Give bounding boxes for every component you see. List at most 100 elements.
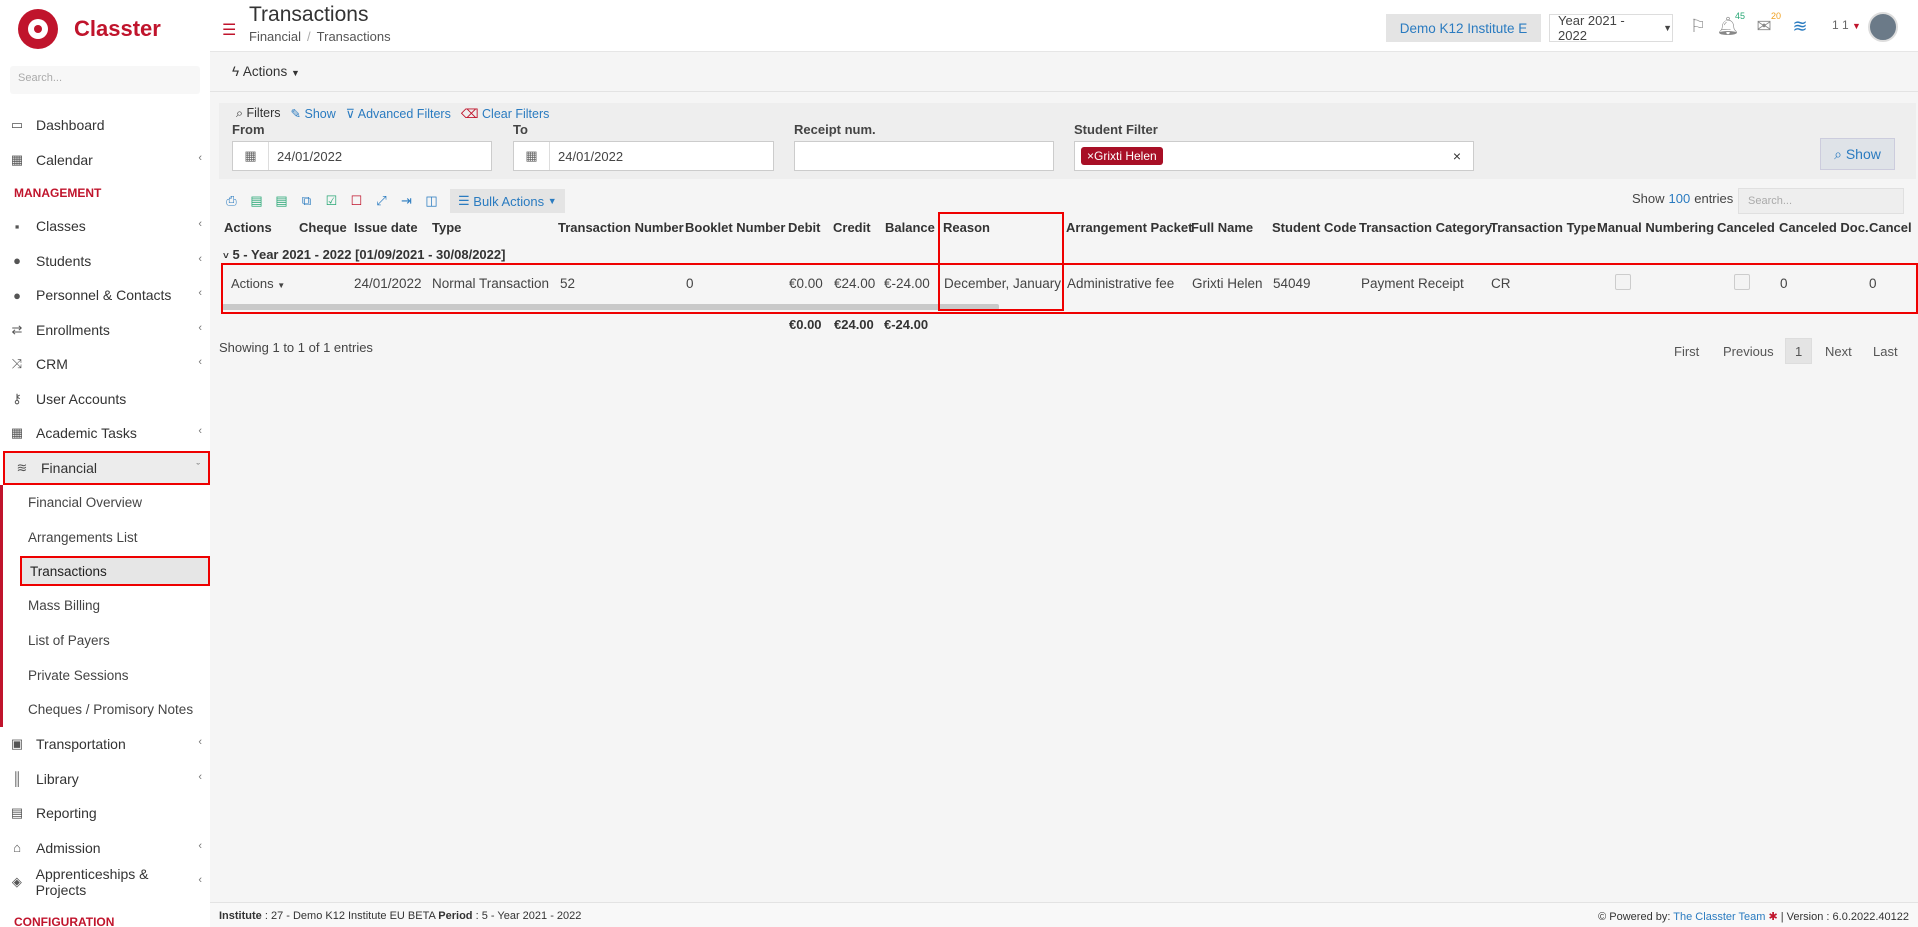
col-booklet-number[interactable]: Booklet Number: [685, 220, 785, 235]
institute-button[interactable]: Demo K12 Institute E: [1386, 14, 1541, 42]
total-debit: €0.00: [789, 317, 822, 332]
classter-small-icon: ©: [1598, 911, 1607, 923]
print-icon[interactable]: ⎙: [219, 190, 244, 212]
sidebar-sub-private-sessions[interactable]: Private Sessions: [3, 658, 210, 693]
remove-tag-icon[interactable]: ×: [1087, 149, 1094, 163]
copy-icon[interactable]: ⧉: [294, 190, 319, 212]
pager-previous[interactable]: Previous: [1723, 338, 1774, 364]
col-issue-date[interactable]: Issue date: [354, 220, 418, 235]
sidebar-item-enrollments[interactable]: ⇄ Enrollments ‹: [0, 313, 210, 348]
sidebar-item-crm[interactable]: ⤨ CRM ‹: [0, 347, 210, 382]
student-filter-tag[interactable]: ×Grixti Helen: [1081, 147, 1163, 165]
deselect-icon[interactable]: ☐: [344, 190, 369, 212]
table-search-input[interactable]: Search...: [1738, 188, 1904, 214]
export-icon[interactable]: ⇥: [394, 190, 419, 212]
to-date-field[interactable]: ▦ 24/01/2022: [513, 141, 774, 171]
pager-last[interactable]: Last: [1873, 338, 1898, 364]
col-arrangement-packet[interactable]: Arrangement Packet: [1066, 220, 1192, 235]
filters-toggle[interactable]: ⌕ Filters: [236, 106, 281, 121]
user-menu-label[interactable]: 1 1 ▼: [1832, 18, 1861, 32]
sidebar-item-calendar[interactable]: ▦ Calendar ‹: [0, 143, 210, 178]
select-all-icon[interactable]: ☑: [319, 190, 344, 212]
sidebar-item-library[interactable]: ║ Library ‹: [0, 762, 210, 797]
col-cheque[interactable]: Cheque: [299, 220, 347, 235]
sidebar-item-reporting[interactable]: ▤ Reporting: [0, 796, 210, 831]
col-actions[interactable]: Actions: [224, 220, 272, 235]
show-button[interactable]: ⌕ Show: [1820, 138, 1895, 170]
breadcrumb-financial[interactable]: Financial: [249, 29, 301, 44]
entries-count-select[interactable]: 100: [1669, 191, 1691, 206]
sidebar-item-apprenticeships[interactable]: ◈ Apprenticeships & Projects ‹: [0, 865, 210, 900]
year-select[interactable]: Year 2021 - 2022 ▼: [1549, 13, 1673, 43]
sidebar-item-admission[interactable]: ⌂ Admission ‹: [0, 831, 210, 866]
col-manual-numbering[interactable]: Manual Numbering: [1597, 220, 1714, 235]
sidebar-item-user-accounts[interactable]: ⚷ User Accounts: [0, 382, 210, 417]
sidebar-item-transportation[interactable]: ▣ Transportation ‹: [0, 727, 210, 762]
excel-icon[interactable]: ▤: [244, 190, 269, 212]
col-type[interactable]: Type: [432, 220, 461, 235]
sidebar-sub-financial-overview[interactable]: Financial Overview: [3, 485, 210, 520]
col-transaction-type[interactable]: Transaction Type: [1490, 220, 1596, 235]
sidebar-search-input[interactable]: Search...: [10, 66, 200, 94]
col-debit[interactable]: Debit: [788, 220, 821, 235]
sidebar-item-academic-tasks[interactable]: ▦ Academic Tasks ‹: [0, 416, 210, 451]
hamburger-menu-icon[interactable]: ☰: [222, 20, 236, 40]
classes-icon: ▪: [14, 218, 20, 234]
col-credit[interactable]: Credit: [833, 220, 871, 235]
sidebar-item-students[interactable]: ● Students ‹: [0, 244, 210, 279]
calendar-icon[interactable]: ▦: [233, 142, 269, 170]
sidebar-sub-arrangements-list[interactable]: Arrangements List: [3, 520, 210, 555]
footer-team-link[interactable]: The Classter Team: [1673, 911, 1765, 923]
bell-icon[interactable]: 🔔︎ 45: [1716, 10, 1748, 38]
csv-icon[interactable]: ▤: [269, 190, 294, 212]
logo[interactable]: Classter: [0, 0, 210, 58]
list-icon: ☰: [458, 193, 470, 208]
clear-filters-link[interactable]: ⌫ Clear Filters: [461, 106, 550, 121]
page-actions-dropdown[interactable]: ϟ Actions ▼: [232, 64, 300, 79]
sidebar-item-label: Financial: [41, 459, 98, 476]
col-full-name[interactable]: Full Name: [1191, 220, 1253, 235]
layers-icon[interactable]: ≋: [1788, 14, 1812, 38]
sidebar-sub-mass-billing[interactable]: Mass Billing: [3, 588, 210, 623]
col-canceled[interactable]: Canceled: [1717, 220, 1775, 235]
advanced-filters-label: Advanced Filters: [357, 107, 451, 121]
sidebar-sub-cheques[interactable]: Cheques / Promisory Notes: [3, 692, 210, 727]
sidebar-sub-list-of-payers[interactable]: List of Payers: [3, 623, 210, 658]
printer-icon: ▤: [10, 805, 24, 821]
pager-first[interactable]: First: [1674, 338, 1699, 364]
from-date-field[interactable]: ▦ 24/01/2022: [232, 141, 492, 171]
pager-current[interactable]: 1: [1785, 338, 1813, 364]
flag-icon[interactable]: ⚐: [1686, 14, 1710, 38]
col-student-code[interactable]: Student Code: [1272, 220, 1357, 235]
col-balance[interactable]: Balance: [885, 220, 935, 235]
show-entries-label: Show: [1632, 191, 1665, 206]
col-canceled-doc[interactable]: Canceled Doc.: [1779, 220, 1869, 235]
sidebar-item-label: CRM: [36, 356, 68, 373]
col-transaction-category[interactable]: Transaction Category: [1359, 220, 1492, 235]
app-name: Classter: [74, 16, 161, 41]
student-filter-select[interactable]: ×Grixti Helen ×: [1074, 141, 1474, 171]
bulk-actions-button[interactable]: ☰ Bulk Actions ▼: [450, 189, 565, 213]
col-transaction-number[interactable]: Transaction Number: [558, 220, 684, 235]
show-filters-link[interactable]: ✎ Show: [291, 106, 336, 121]
sidebar-item-personnel[interactable]: ● Personnel & Contacts ‹: [0, 278, 210, 313]
sidebar-item-label: Personnel & Contacts: [36, 287, 172, 304]
receipt-number-input[interactable]: [794, 141, 1054, 171]
sidebar-sub-transactions[interactable]: Transactions: [20, 556, 210, 587]
calendar-icon[interactable]: ▦: [514, 142, 550, 170]
sidebar-item-classes[interactable]: ▪ Classes ‹: [0, 209, 210, 244]
from-date-value: 24/01/2022: [277, 148, 343, 164]
avatar[interactable]: [1868, 12, 1898, 42]
institution-icon: ⌂: [13, 840, 21, 856]
sidebar-item-financial[interactable]: ≋ Financial ˇ: [3, 450, 210, 485]
envelope-icon[interactable]: ✉ 20: [1752, 10, 1784, 38]
clear-selection-icon[interactable]: ×: [1453, 148, 1461, 164]
sidebar-item-dashboard[interactable]: ▭ Dashboard: [0, 108, 210, 143]
pager-next[interactable]: Next: [1825, 338, 1852, 364]
expand-icon[interactable]: ⤢: [369, 190, 394, 212]
group-row[interactable]: ˅ 5 - Year 2021 - 2022 [01/09/2021 - 30/…: [223, 247, 505, 262]
student-tag-label: Grixti Helen: [1094, 149, 1157, 163]
columns-icon[interactable]: ◫: [419, 190, 444, 212]
col-cancel[interactable]: Cancel: [1869, 220, 1912, 235]
advanced-filters-link[interactable]: ⊽ Advanced Filters: [346, 106, 451, 121]
